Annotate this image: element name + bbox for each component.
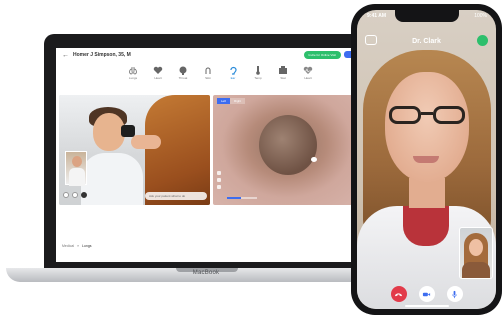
tool-label: Skin: [205, 76, 211, 80]
tool-lungs[interactable]: Lungs: [126, 66, 140, 80]
phone-hangup-icon: [394, 292, 403, 296]
otoscope: [121, 125, 135, 137]
otoscope-feed-panel: Left Right: [213, 95, 361, 205]
tool-label: Temp: [254, 76, 262, 80]
tool-label: Stat: [280, 76, 286, 80]
ear-canal-image: [259, 115, 317, 175]
doctor-neck: [409, 178, 445, 208]
end-call-button[interactable]: [390, 286, 407, 302]
slider-fill: [227, 197, 241, 199]
mic-toggle-button[interactable]: [446, 286, 463, 302]
call-controls: [357, 286, 496, 302]
tool-label: Lungs: [128, 76, 138, 80]
doctor-face: [385, 72, 469, 182]
child-figure: [81, 153, 143, 205]
heart-icon: [153, 66, 163, 74]
ear-side-toggle: Left Right: [217, 98, 246, 104]
lens-left: [389, 106, 421, 124]
skin-icon: [205, 67, 211, 74]
tool-label: Throat: [178, 76, 188, 80]
laptop-brand: MacBook: [192, 270, 220, 276]
battery-status: 100%: [474, 13, 487, 19]
tool-heartbeat[interactable]: Heart: [301, 66, 315, 80]
tool-label: Heart: [304, 76, 312, 80]
glasses: [387, 106, 467, 124]
pip-face: [72, 156, 82, 167]
macbook: ← Homer J Simpson, 35, M Invite for Onli…: [6, 34, 406, 286]
microphone-icon: [452, 290, 457, 298]
tool-heart[interactable]: Heart: [151, 66, 165, 80]
app-logo-icon: [477, 35, 488, 46]
camera-toggle-button[interactable]: [418, 286, 435, 302]
video-camera-icon: [422, 292, 431, 296]
ear-icon: [230, 66, 237, 75]
exam-tools-bar: Lungs Heart Throat Skin Ear Temp Stat He…: [126, 66, 315, 80]
tool-skin[interactable]: Skin: [201, 66, 215, 80]
tool-stat[interactable]: Stat: [276, 66, 290, 80]
self-face: [469, 239, 483, 256]
iphone: 9:41 AM 100% Dr. Clark: [351, 4, 502, 315]
video-controls: [63, 192, 87, 198]
glasses-bridge: [421, 112, 433, 115]
laptop-screen: ← Homer J Simpson, 35, M Invite for Onli…: [56, 48, 362, 262]
doctor-pip-video[interactable]: [65, 151, 87, 186]
right-ear-button[interactable]: Right: [230, 98, 246, 104]
doctor-name: Dr. Clark: [412, 38, 441, 45]
pip-body: [69, 168, 85, 186]
image-tools: [217, 171, 221, 189]
tool-label: Heart: [154, 76, 162, 80]
back-arrow-icon[interactable]: ←: [62, 52, 69, 59]
phone-notch: [395, 10, 459, 22]
invite-visit-button[interactable]: Invite for Online Visit: [303, 51, 341, 59]
lens-right: [433, 106, 465, 124]
tool-throat[interactable]: Throat: [176, 66, 190, 80]
tool-label: Ear: [230, 76, 236, 80]
camera-button[interactable]: [72, 192, 78, 198]
light-reflex: [311, 157, 317, 162]
lungs-icon: [129, 67, 137, 75]
self-view-video[interactable]: [459, 227, 493, 279]
heartbeat-icon: [303, 66, 313, 74]
tool-temp[interactable]: Temp: [251, 66, 265, 80]
phone-screen: 9:41 AM 100% Dr. Clark: [357, 10, 496, 309]
stat-icon: [279, 66, 287, 74]
breadcrumb-parent[interactable]: Medical: [62, 244, 74, 248]
app-header: ← Homer J Simpson, 35, M Invite for Onli…: [56, 48, 362, 62]
status-time: 9:41 AM: [367, 13, 386, 19]
parent-arm: [131, 135, 161, 149]
patient-video-panel: Ask your patient what to do: [59, 95, 210, 205]
home-indicator: [405, 305, 449, 307]
patient-name: Homer J Simpson, 35, M: [73, 52, 131, 58]
mic-button[interactable]: [63, 192, 69, 198]
capture-icon[interactable]: [217, 178, 221, 182]
throat-icon: [179, 66, 187, 75]
breadcrumb: Medical » Lungs: [62, 244, 92, 248]
parent-figure: [145, 95, 210, 205]
tool-ear[interactable]: Ear: [226, 66, 240, 80]
thermometer-icon: [256, 66, 260, 75]
breadcrumb-current: Lungs: [82, 244, 92, 248]
laptop-bezel: ← Homer J Simpson, 35, M Invite for Onli…: [44, 34, 374, 270]
zoom-icon[interactable]: [217, 171, 221, 175]
brightness-icon[interactable]: [217, 185, 221, 189]
self-body: [462, 262, 490, 278]
brightness-slider[interactable]: [227, 197, 257, 199]
header-actions: Invite for Online Visit: [303, 51, 356, 59]
doctor-mouth: [413, 156, 439, 163]
doctor-shirt: [403, 206, 449, 246]
end-call-button[interactable]: [81, 192, 87, 198]
patient-request-input[interactable]: Ask your patient what to do: [145, 192, 207, 200]
left-ear-button[interactable]: Left: [217, 98, 231, 104]
breadcrumb-separator: »: [77, 244, 80, 248]
